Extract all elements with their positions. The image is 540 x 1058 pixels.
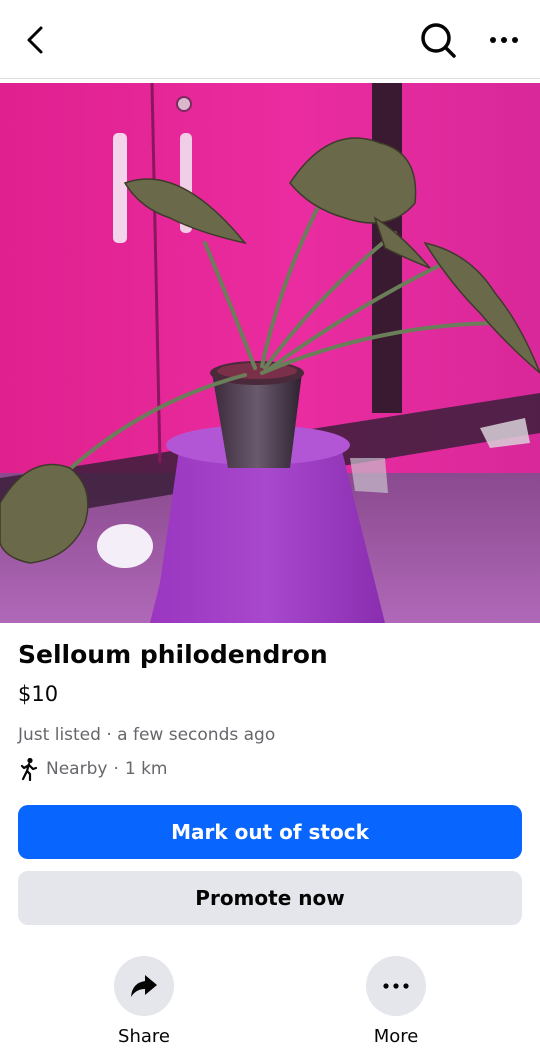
search-icon — [421, 23, 456, 58]
more-label: More — [373, 1026, 419, 1047]
listed-status: Just listed — [18, 725, 101, 745]
listed-time: a few seconds ago — [117, 725, 276, 745]
promote-now-button[interactable]: Promote now — [18, 871, 522, 925]
more-horizontal-icon — [490, 37, 518, 43]
share-button[interactable] — [114, 956, 174, 1016]
distance-label: Nearby — [46, 759, 108, 779]
walking-person-icon — [20, 757, 38, 781]
separator-dot: · — [113, 759, 119, 779]
more-action[interactable]: More — [326, 956, 466, 1047]
listing-time: Just listed · a few seconds ago — [18, 725, 275, 745]
chevron-left-icon — [27, 26, 43, 54]
listing-location: Nearby · 1 km — [18, 757, 167, 781]
listing-title: Selloum philodendron — [18, 640, 328, 669]
listing-price: $10 — [18, 682, 59, 706]
share-arrow-icon — [131, 975, 157, 997]
back-button[interactable] — [14, 18, 58, 62]
share-label: Share — [118, 1026, 170, 1047]
plant-photo-image — [0, 83, 540, 623]
search-button[interactable] — [414, 16, 462, 64]
more-button[interactable] — [366, 956, 426, 1016]
mark-out-of-stock-button[interactable]: Mark out of stock — [18, 805, 522, 859]
top-bar — [0, 0, 540, 79]
distance-value: 1 km — [124, 759, 168, 779]
listing-photo[interactable] — [0, 83, 540, 623]
more-horizontal-icon — [383, 983, 409, 989]
share-action[interactable]: Share — [74, 956, 214, 1047]
more-options-button[interactable] — [482, 18, 526, 62]
separator-dot: · — [106, 725, 118, 745]
